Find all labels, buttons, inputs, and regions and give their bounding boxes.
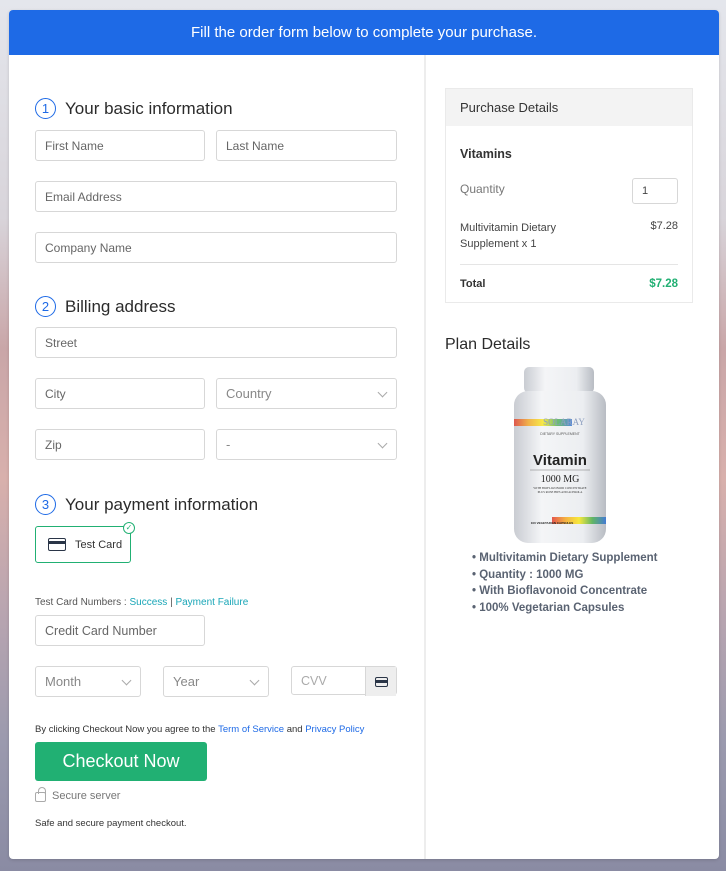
step-number: 3 xyxy=(35,494,56,515)
order-form: 1 Your basic information First Name Last… xyxy=(9,55,424,859)
success-link[interactable]: Success xyxy=(129,597,167,608)
purchase-details: Purchase Details Vitamins Quantity 1 Mul… xyxy=(445,88,693,303)
cvv-card-button[interactable] xyxy=(365,667,396,696)
brand-text: SOLARAY xyxy=(543,417,585,427)
last-name-input[interactable]: Last Name xyxy=(216,130,397,161)
desc2-text: PLUS ROSE HIPS AND ACEROLA xyxy=(538,490,584,494)
total-value: $7.28 xyxy=(649,278,678,290)
lock-icon xyxy=(35,787,46,802)
purchase-details-title: Purchase Details xyxy=(446,89,692,126)
country-select[interactable]: Country xyxy=(216,378,397,409)
feature-item: Multivitamin Dietary Supplement xyxy=(472,550,657,567)
quantity-label: Quantity xyxy=(460,182,505,196)
credit-card-number-input[interactable]: Credit Card Number xyxy=(35,615,205,646)
terms-text: By clicking Checkout Now you agree to th… xyxy=(35,724,364,735)
feature-item: With Bioflavonoid Concentrate xyxy=(472,583,658,600)
plan-features: Multivitamin Dietary Supplement Quantity… xyxy=(472,550,658,617)
header-banner: Fill the order form below to complete yo… xyxy=(9,10,719,55)
cvv-placeholder: CVV xyxy=(301,673,327,688)
terms-and: and xyxy=(286,724,303,735)
street-input[interactable]: Street xyxy=(35,327,397,358)
state-select[interactable]: - xyxy=(216,429,397,460)
bottle-cap xyxy=(524,367,594,393)
first-name-input[interactable]: First Name xyxy=(35,130,205,161)
credit-card-icon xyxy=(48,538,66,551)
safe-checkout-text: Safe and secure payment checkout. xyxy=(35,818,187,829)
line-item-name: Multivitamin Dietary Supplement x 1 xyxy=(460,222,556,250)
city-input[interactable]: City xyxy=(35,378,205,409)
section-title: Billing address xyxy=(65,296,176,316)
year-select-value: Year xyxy=(173,674,200,689)
product-name: Vitamins xyxy=(460,147,512,161)
section-title: Your payment information xyxy=(65,494,259,514)
zip-input[interactable]: Zip xyxy=(35,429,205,460)
section-billing: 2 Billing address xyxy=(35,296,176,317)
section-payment: 3 Your payment information xyxy=(35,494,258,515)
summary-divider xyxy=(460,264,678,265)
chevron-down-icon xyxy=(377,387,388,398)
section-basic-info: 1 Your basic information xyxy=(35,98,233,119)
order-form-card: Fill the order form below to complete yo… xyxy=(9,10,719,859)
checkout-now-button[interactable]: Checkout Now xyxy=(35,742,207,781)
credit-card-icon xyxy=(374,676,388,687)
summary-panel: Purchase Details Vitamins Quantity 1 Mul… xyxy=(426,55,719,859)
product-image: SOLARAY DIETARY SUPPLEMENT Vitamin 1000 … xyxy=(514,367,606,543)
company-input[interactable]: Company Name xyxy=(35,232,397,263)
test-card-label: Test Card xyxy=(75,538,123,551)
plan-details-title: Plan Details xyxy=(445,336,531,353)
terms-of-service-link[interactable]: Term of Service xyxy=(218,724,284,735)
count-text: 100 VEGETARIAN CAPSULES xyxy=(531,521,573,525)
strength-text: 1000 MG xyxy=(541,474,580,485)
cvv-input[interactable]: CVV xyxy=(291,666,397,696)
month-select-value: Month xyxy=(45,674,82,689)
vitamin-text: Vitamin xyxy=(533,452,587,469)
test-card-numbers-label: Test Card Numbers : xyxy=(35,597,127,608)
link-separator: | xyxy=(170,597,173,608)
chevron-down-icon xyxy=(377,438,388,449)
email-input[interactable]: Email Address xyxy=(35,181,397,212)
privacy-policy-link[interactable]: Privacy Policy xyxy=(305,724,364,735)
test-card-option[interactable]: Test Card ✓ xyxy=(35,522,135,563)
feature-item: 100% Vegetarian Capsules xyxy=(472,600,658,617)
payment-failure-link[interactable]: Payment Failure xyxy=(175,597,248,608)
terms-prefix: By clicking Checkout Now you agree to th… xyxy=(35,724,216,735)
chevron-down-icon xyxy=(121,675,132,686)
secure-server-label: Secure server xyxy=(52,790,121,802)
state-select-value: - xyxy=(226,437,231,452)
total-label: Total xyxy=(460,278,486,290)
feature-item: Quantity : 1000 MG xyxy=(472,567,658,584)
section-title: Your basic information xyxy=(65,98,233,118)
test-card-numbers: Test Card Numbers : Success | Payment Fa… xyxy=(35,597,248,608)
month-select[interactable]: Month xyxy=(35,666,141,697)
year-select[interactable]: Year xyxy=(163,666,269,697)
chevron-down-icon xyxy=(249,675,260,686)
tagline-text: DIETARY SUPPLEMENT xyxy=(540,432,580,436)
quantity-input[interactable]: 1 xyxy=(632,178,678,204)
line-item-price: $7.28 xyxy=(650,220,678,232)
step-number: 1 xyxy=(35,98,56,119)
check-circle-icon: ✓ xyxy=(123,522,135,534)
step-number: 2 xyxy=(35,296,56,317)
country-select-value: Country xyxy=(226,386,272,401)
